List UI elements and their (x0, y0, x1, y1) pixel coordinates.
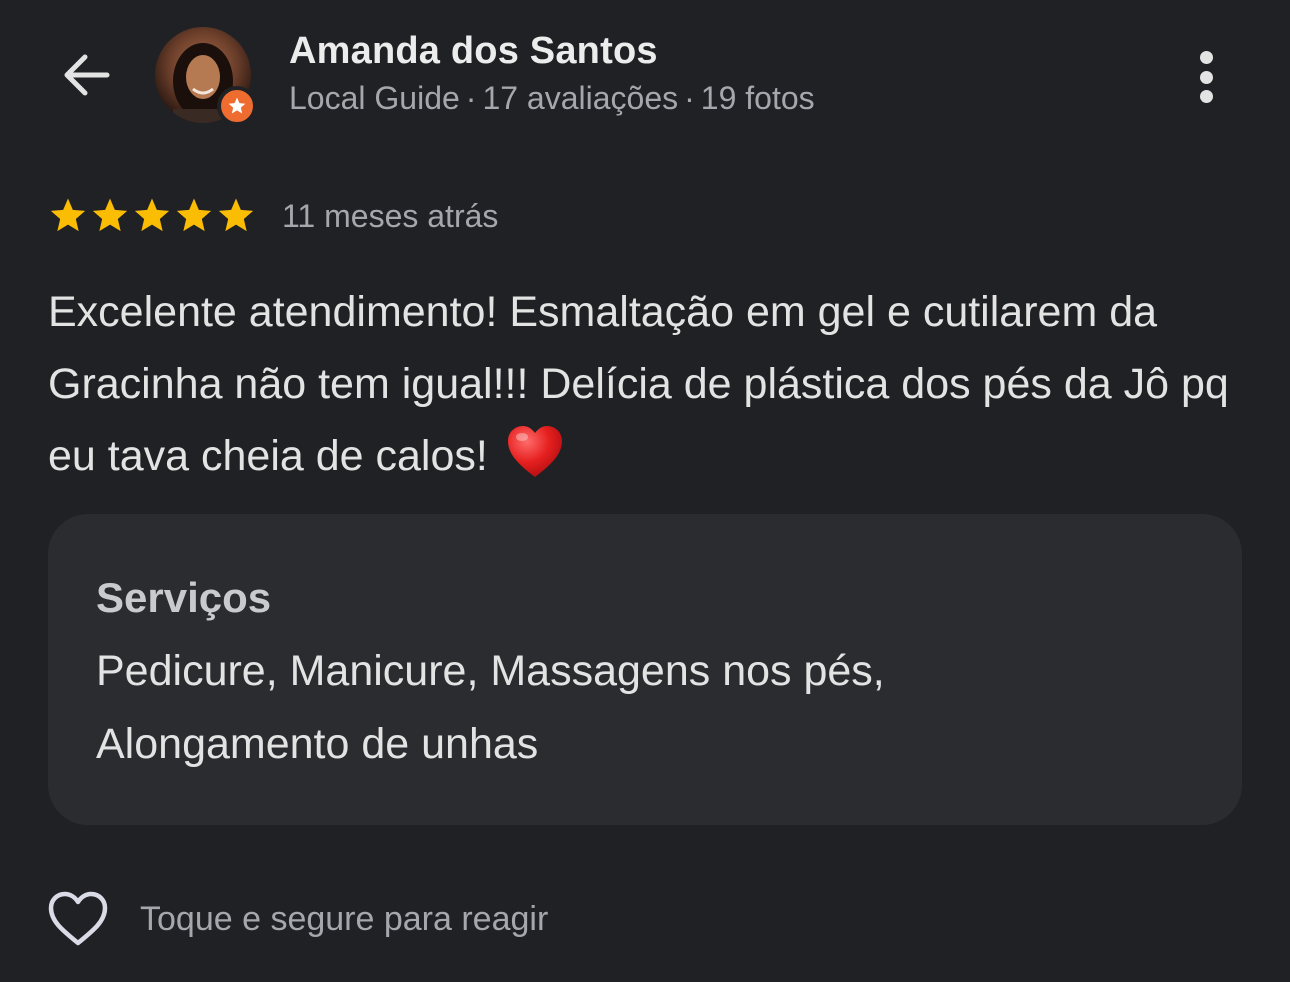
react-button[interactable]: Toque e segure para reagir (46, 890, 548, 948)
services-card: Serviços Pedicure, Manicure, Massagens n… (48, 514, 1242, 825)
star-rating (48, 196, 256, 236)
review-detail-screen: Amanda dos Santos Local Guide · 17 avaliaç… (0, 0, 1290, 982)
reviewer-name[interactable]: Amanda dos Santos (289, 30, 658, 73)
local-guide-star-icon (217, 86, 257, 126)
star-icon (134, 198, 170, 232)
star-icon (50, 198, 86, 232)
services-list: Pedicure, Manicure, Massagens nos pés, A… (96, 647, 885, 768)
back-button[interactable] (50, 42, 120, 108)
photos-count: 19 fotos (700, 80, 815, 116)
star-icon (92, 198, 128, 232)
reviewer-avatar-container[interactable] (155, 27, 257, 127)
react-label: Toque e segure para reagir (140, 899, 549, 938)
meta-separator: · (684, 80, 695, 116)
arrow-back-icon (64, 54, 110, 96)
reviewer-level: Local Guide (289, 80, 460, 116)
reviewer-meta: Local Guide · 17 avaliações · 19 fotos (289, 80, 815, 117)
star-icon (176, 198, 212, 232)
review-text-content: Excelente atendimento! Esmaltação em gel… (48, 288, 1229, 480)
meta-separator: · (465, 80, 477, 116)
star-icon (218, 198, 254, 232)
services-title: Serviços (96, 574, 272, 621)
review-time: 11 meses atrás (282, 197, 499, 234)
more-options-button[interactable] (1180, 45, 1232, 109)
heart-outline-icon (48, 891, 108, 946)
review-text: Excelente atendimento! Esmaltação em gel… (48, 276, 1248, 502)
reviews-count: 17 avaliações (482, 80, 679, 116)
red-heart-emoji-icon (506, 424, 564, 502)
more-vertical-icon-dot (1199, 90, 1213, 103)
more-vertical-icon-dot (1199, 70, 1213, 84)
more-vertical-icon-dot (1199, 51, 1213, 64)
rating-row: 11 meses atrás (48, 193, 498, 239)
